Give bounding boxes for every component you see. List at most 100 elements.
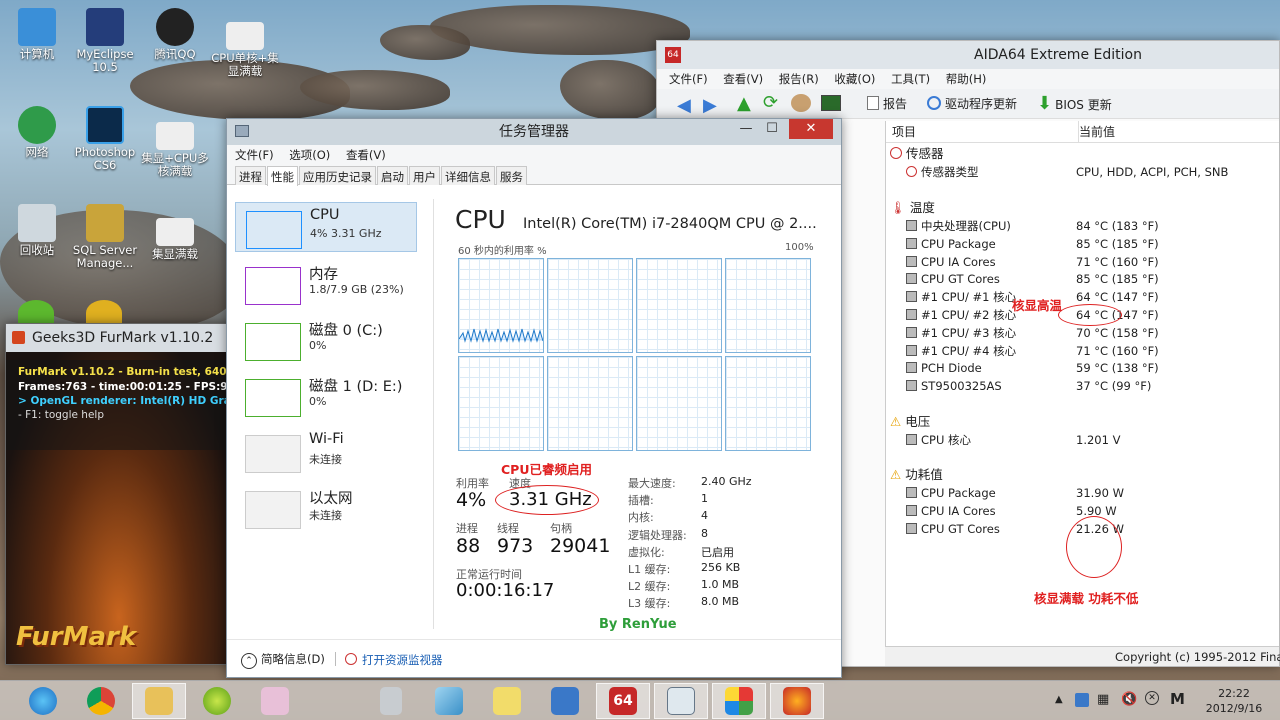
tray-app-icon[interactable] [1075,693,1089,707]
taskbar-task-manager[interactable] [654,683,708,719]
resource-wifi[interactable]: Wi-Fi 未连接 [235,427,417,477]
column-header-value[interactable]: 当前值 [1078,121,1115,143]
taskbar-ie[interactable] [16,683,70,719]
taskbar-paint[interactable] [248,683,302,719]
aida64-menu-report[interactable]: 报告(R) [779,72,819,86]
cpu-core-graph [547,258,633,353]
taskbar-app-7[interactable] [422,683,476,719]
back-arrow-icon[interactable]: ◀ [677,95,691,116]
resource-disk-1[interactable]: 磁盘 1 (D: E:) 0% [235,371,417,421]
input-method-icon[interactable]: M [1170,690,1185,708]
temperature-row[interactable]: CPU GT Cores 85 °C (185 °F) [886,270,1276,288]
taskbar-calculator[interactable] [364,683,418,719]
temperature-row[interactable]: CPU Package 85 °C (185 °F) [886,235,1276,253]
menu-view[interactable]: 查看(V) [346,148,386,162]
power-row[interactable]: CPU IA Cores 5.90 W [886,502,1276,520]
aida64-menu-tools[interactable]: 工具(T) [891,72,930,86]
tab-app-history[interactable]: 应用历史记录 [299,166,376,185]
temperature-value: 85 °C (185 °F) [1076,236,1159,251]
desktop-icon-photoshop[interactable]: Photoshop CS6 [68,106,142,172]
voltage-row[interactable]: CPU 核心 1.201 V [886,431,1276,449]
power-row[interactable]: CPU Package 31.90 W [886,484,1276,502]
close-button[interactable]: ✕ [789,119,833,139]
users-icon[interactable] [791,94,811,112]
tab-users[interactable]: 用户 [409,166,440,185]
memory-mini-graph [245,267,301,305]
magnifier-icon [927,96,941,110]
temperature-row[interactable]: PCH Diode 59 °C (138 °F) [886,359,1276,377]
temperature-row[interactable]: CPU IA Cores 71 °C (160 °F) [886,253,1276,271]
temperature-row[interactable]: #1 CPU/ #4 核心 71 °C (160 °F) [886,342,1276,360]
resource-ethernet[interactable]: 以太网 未连接 [235,483,417,533]
desktop-icon-network[interactable]: 网络 [0,106,74,159]
aida64-menu-view[interactable]: 查看(V) [723,72,763,86]
clock-time: 22:22 [1218,687,1250,700]
aida64-app-icon: 64 [665,47,681,63]
taskbar-app-4[interactable] [190,683,244,719]
tab-details[interactable]: 详细信息 [441,166,495,185]
open-resource-monitor-link[interactable]: 打开资源监视器 [345,652,443,668]
desktop-icon-qq[interactable]: 腾讯QQ [138,8,212,61]
desktop-icon-gpu-cpu-multi[interactable]: 集显+CPU多核满载 [138,122,212,178]
aida64-titlebar[interactable]: 64 AIDA64 Extreme Edition [657,41,1279,69]
temperature-row[interactable]: ST9500325AS 37 °C (99 °F) [886,377,1276,395]
taskbar-sticky-notes[interactable] [480,683,534,719]
aida64-menu-help[interactable]: 帮助(H) [946,72,987,86]
taskbar-explorer[interactable] [132,683,186,719]
menu-file[interactable]: 文件(F) [235,148,274,162]
fewer-details-button[interactable]: ⌃ 简略信息(D) [241,651,325,669]
column-header-item[interactable]: 项目 [892,121,916,143]
resource-disk-0[interactable]: 磁盘 0 (C:) 0% [235,315,417,365]
forward-arrow-icon[interactable]: ▶ [703,95,717,116]
volume-muted-icon[interactable]: 🔇 [1121,692,1137,707]
network-globe-icon [18,106,56,144]
tab-services[interactable]: 服务 [496,166,527,185]
temperature-row[interactable]: #1 CPU/ #3 核心 70 °C (158 °F) [886,324,1276,342]
up-arrow-icon[interactable]: ▲ [737,93,751,114]
taskbar-screenshot-app[interactable] [712,683,766,719]
sensor-type-row[interactable]: 传感器类型 CPU, HDD, ACPI, PCH, SNB [886,163,1276,181]
report-button[interactable]: 报告 [867,95,907,112]
power-name: CPU IA Cores [921,503,996,518]
furmark-titlebar[interactable]: Geeks3D FurMark v1.10.2 [6,324,232,352]
show-hidden-icons-arrow[interactable]: ▲ [1055,694,1063,705]
desktop-icon-recycle-bin[interactable]: 回收站 [0,204,74,257]
resource-cpu[interactable]: CPU 4% 3.31 GHz [235,202,417,252]
desktop-icon-myeclipse[interactable]: MyEclipse 10.5 [68,8,142,74]
task-manager-window[interactable]: 任务管理器 — ☐ ✕ 文件(F) 选项(O) 查看(V) 进程 性能 应用历史… [226,118,842,678]
bios-update-button[interactable]: ⬇ BIOS 更新 [1037,93,1112,114]
temperature-group: 🌡 温度 [890,200,935,215]
temperature-name: #1 CPU/ #3 核心 [921,325,1017,340]
chip-icon [906,255,917,267]
resource-memory[interactable]: 内存 1.8/7.9 GB (23%) [235,259,417,309]
network-disconnected-icon[interactable]: ▦ [1097,692,1109,707]
maximize-button[interactable]: ☐ [759,119,785,139]
desktop-icon-sql-server[interactable]: SQL Server Manage... [68,204,142,270]
close-circle-icon[interactable]: ✕ [1145,691,1159,705]
furmark-window[interactable]: Geeks3D FurMark v1.10.2 FurMark FurMark … [5,323,274,665]
temperature-row[interactable]: 中央处理器(CPU) 84 °C (183 °F) [886,217,1276,235]
taskbar-remote-desktop[interactable] [538,683,592,719]
tab-performance[interactable]: 性能 [267,166,298,186]
driver-update-button[interactable]: 驱动程序更新 [927,95,1017,112]
clock[interactable]: 22:22 2012/9/16 [1196,686,1272,716]
aida64-menu-file[interactable]: 文件(F) [669,72,708,86]
desktop-icon-computer[interactable]: 计算机 [0,8,74,61]
tab-startup[interactable]: 启动 [377,166,408,185]
tab-processes[interactable]: 进程 [235,166,266,185]
motherboard-icon[interactable] [821,95,841,111]
menu-options[interactable]: 选项(O) [289,148,330,162]
aida64-menu-favorites[interactable]: 收藏(O) [834,72,875,86]
taskbar-furmark[interactable] [770,683,824,719]
task-manager-titlebar[interactable]: 任务管理器 — ☐ ✕ [227,119,841,145]
taskbar-chrome[interactable] [74,683,128,719]
spec-value: 1 [701,492,708,506]
furmark-logo: FurMark [16,622,137,652]
desktop-icon-cpu-single-gpu[interactable]: CPU单核+集显满载 [208,22,282,78]
sql-server-icon [86,204,124,242]
taskbar-aida64[interactable]: 64 [596,683,650,719]
desktop-icon-gpu-full[interactable]: 集显满载 [138,218,212,261]
refresh-icon[interactable]: ⟳ [763,92,778,113]
minimize-button[interactable]: — [733,119,759,139]
spec-value: 256 KB [701,561,741,574]
